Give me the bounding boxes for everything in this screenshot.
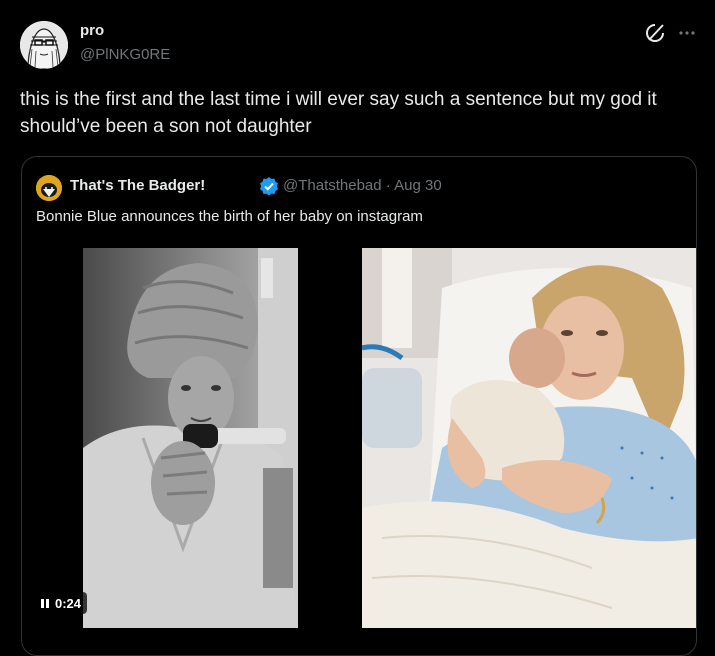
- video-time-badge[interactable]: 0:24: [35, 592, 88, 614]
- media-image-right[interactable]: [362, 248, 696, 628]
- quoted-display-name[interactable]: That's The Badger!: [70, 177, 205, 194]
- media-image-left[interactable]: [83, 248, 298, 628]
- more-icon[interactable]: [676, 22, 698, 44]
- quoted-text: Bonnie Blue announces the birth of her b…: [36, 208, 423, 225]
- quoted-tweet-card[interactable]: That's The Badger! @Thatsthebad · Aug 30…: [21, 156, 697, 656]
- pause-icon[interactable]: [41, 598, 49, 608]
- author-display-name[interactable]: pro: [80, 22, 104, 39]
- grok-icon[interactable]: [644, 22, 666, 44]
- quoted-author-avatar[interactable]: [36, 175, 62, 201]
- quoted-handle-and-date[interactable]: @Thatsthebad · Aug 30: [283, 177, 442, 194]
- author-handle[interactable]: @PlNKG0RE: [80, 46, 170, 63]
- author-avatar[interactable]: [20, 21, 68, 69]
- tweet-text: this is the first and the last time i wi…: [20, 89, 657, 137]
- verified-icon: [259, 176, 279, 196]
- quoted-media[interactable]: [22, 248, 696, 628]
- video-time: 0:24: [55, 595, 82, 611]
